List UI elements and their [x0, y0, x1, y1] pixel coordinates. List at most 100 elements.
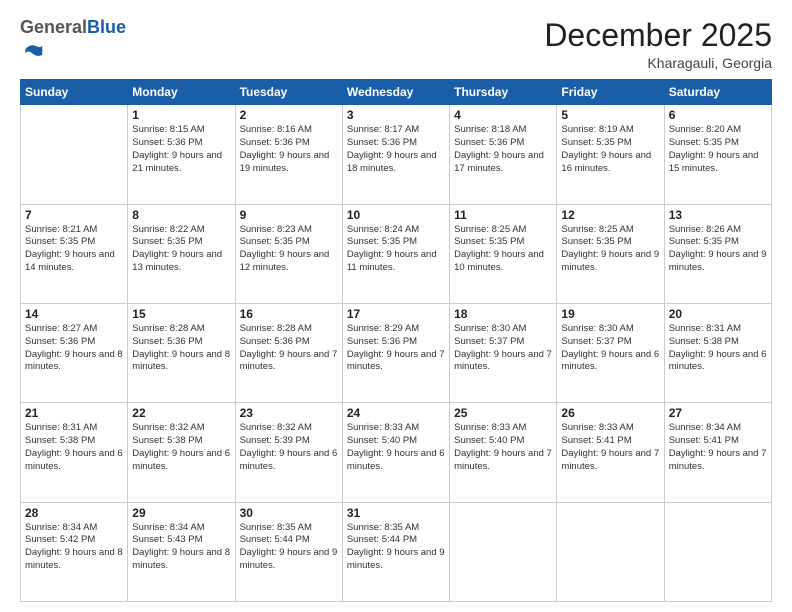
calendar-cell: 21 Sunrise: 8:31 AMSunset: 5:38 PMDayligh… [21, 403, 128, 502]
day-info: Sunrise: 8:33 AMSunset: 5:40 PMDaylight:… [347, 422, 445, 473]
calendar-cell: 2 Sunrise: 8:16 AMSunset: 5:36 PMDaylight… [235, 105, 342, 204]
calendar-cell: 26Sunrise: 8:33 AMSunset: 5:41 PMDayligh… [557, 403, 664, 502]
day-number: 21 [25, 406, 123, 420]
day-info: Sunrise: 8:16 AMSunset: 5:36 PMDaylight:… [240, 124, 338, 175]
calendar-week-row: 14Sunrise: 8:27 AMSunset: 5:36 PMDayligh… [21, 303, 772, 402]
day-info: Sunrise: 8:26 AMSunset: 5:35 PMDaylight:… [669, 224, 767, 275]
calendar-cell [664, 502, 771, 601]
calendar-cell: 13 Sunrise: 8:26 AMSunset: 5:35 PMDayligh… [664, 204, 771, 303]
day-info: Sunrise: 8:15 AMSunset: 5:36 PMDaylight:… [132, 124, 230, 175]
day-number: 29 [132, 506, 230, 520]
weekday-friday: Friday [557, 80, 664, 105]
month-title: December 2025 [544, 18, 772, 53]
calendar-cell: 8Sunrise: 8:22 AMSunset: 5:35 PMDaylight… [128, 204, 235, 303]
day-number: 24 [347, 406, 445, 420]
day-number: 16 [240, 307, 338, 321]
calendar-cell: 17Sunrise: 8:29 AMSunset: 5:36 PMDayligh… [342, 303, 449, 402]
weekday-saturday: Saturday [664, 80, 771, 105]
calendar-cell: 11 Sunrise: 8:25 AMSunset: 5:35 PMDayligh… [450, 204, 557, 303]
day-info: Sunrise: 8:34 AMSunset: 5:41 PMDaylight:… [669, 422, 767, 473]
day-info: Sunrise: 8:17 AMSunset: 5:36 PMDaylight:… [347, 124, 445, 175]
calendar-cell: 4 Sunrise: 8:18 AMSunset: 5:36 PMDaylight… [450, 105, 557, 204]
logo: GeneralBlue [20, 18, 126, 65]
day-info: Sunrise: 8:35 AMSunset: 5:44 PMDaylight:… [347, 522, 445, 573]
weekday-monday: Monday [128, 80, 235, 105]
location: Kharagauli, Georgia [544, 55, 772, 71]
day-number: 22 [132, 406, 230, 420]
calendar-cell: 29 Sunrise: 8:34 AMSunset: 5:43 PMDayligh… [128, 502, 235, 601]
calendar-cell: 12 Sunrise: 8:25 AMSunset: 5:35 PMDayligh… [557, 204, 664, 303]
calendar-cell: 23 Sunrise: 8:32 AMSunset: 5:39 PMDayligh… [235, 403, 342, 502]
day-number: 17 [347, 307, 445, 321]
calendar-cell: 7 Sunrise: 8:21 AMSunset: 5:35 PMDaylight… [21, 204, 128, 303]
page-header: GeneralBlue December 2025 Kharagauli, Ge… [20, 18, 772, 71]
calendar-cell: 14Sunrise: 8:27 AMSunset: 5:36 PMDayligh… [21, 303, 128, 402]
day-number: 27 [669, 406, 767, 420]
day-info: Sunrise: 8:33 AMSunset: 5:40 PMDaylight:… [454, 422, 552, 473]
calendar-week-row: 7 Sunrise: 8:21 AMSunset: 5:35 PMDaylight… [21, 204, 772, 303]
weekday-sunday: Sunday [21, 80, 128, 105]
day-number: 28 [25, 506, 123, 520]
day-number: 1 [132, 108, 230, 122]
calendar-cell: 19Sunrise: 8:30 AMSunset: 5:37 PMDayligh… [557, 303, 664, 402]
day-info: Sunrise: 8:32 AMSunset: 5:39 PMDaylight:… [240, 422, 338, 473]
calendar-cell: 20Sunrise: 8:31 AMSunset: 5:38 PMDayligh… [664, 303, 771, 402]
day-info: Sunrise: 8:28 AMSunset: 5:36 PMDaylight:… [240, 323, 338, 374]
day-info: Sunrise: 8:35 AMSunset: 5:44 PMDaylight:… [240, 522, 338, 573]
calendar-cell: 25 Sunrise: 8:33 AMSunset: 5:40 PMDayligh… [450, 403, 557, 502]
calendar-cell: 9 Sunrise: 8:23 AMSunset: 5:35 PMDaylight… [235, 204, 342, 303]
day-info: Sunrise: 8:27 AMSunset: 5:36 PMDaylight:… [25, 323, 123, 374]
day-info: Sunrise: 8:30 AMSunset: 5:37 PMDaylight:… [454, 323, 552, 374]
day-number: 15 [132, 307, 230, 321]
day-info: Sunrise: 8:25 AMSunset: 5:35 PMDaylight:… [454, 224, 552, 275]
day-number: 2 [240, 108, 338, 122]
calendar-table: SundayMondayTuesdayWednesdayThursdayFrid… [20, 79, 772, 602]
day-number: 8 [132, 208, 230, 222]
logo-icon [22, 38, 44, 60]
day-info: Sunrise: 8:20 AMSunset: 5:35 PMDaylight:… [669, 124, 767, 175]
day-number: 13 [669, 208, 767, 222]
calendar-cell: 5 Sunrise: 8:19 AMSunset: 5:35 PMDaylight… [557, 105, 664, 204]
day-number: 12 [561, 208, 659, 222]
day-number: 26 [561, 406, 659, 420]
calendar-cell [557, 502, 664, 601]
day-info: Sunrise: 8:34 AMSunset: 5:43 PMDaylight:… [132, 522, 230, 573]
calendar-cell: 16 Sunrise: 8:28 AMSunset: 5:36 PMDayligh… [235, 303, 342, 402]
calendar-cell: 30Sunrise: 8:35 AMSunset: 5:44 PMDayligh… [235, 502, 342, 601]
calendar-cell: 1 Sunrise: 8:15 AMSunset: 5:36 PMDaylight… [128, 105, 235, 204]
day-number: 23 [240, 406, 338, 420]
calendar-cell [21, 105, 128, 204]
calendar-cell: 6Sunrise: 8:20 AMSunset: 5:35 PMDaylight… [664, 105, 771, 204]
weekday-tuesday: Tuesday [235, 80, 342, 105]
day-info: Sunrise: 8:25 AMSunset: 5:35 PMDaylight:… [561, 224, 659, 275]
logo-general: General [20, 17, 87, 37]
day-number: 5 [561, 108, 659, 122]
day-info: Sunrise: 8:34 AMSunset: 5:42 PMDaylight:… [25, 522, 123, 573]
day-number: 31 [347, 506, 445, 520]
day-info: Sunrise: 8:21 AMSunset: 5:35 PMDaylight:… [25, 224, 123, 275]
weekday-header-row: SundayMondayTuesdayWednesdayThursdayFrid… [21, 80, 772, 105]
day-info: Sunrise: 8:30 AMSunset: 5:37 PMDaylight:… [561, 323, 659, 374]
day-info: Sunrise: 8:31 AMSunset: 5:38 PMDaylight:… [669, 323, 767, 374]
day-number: 7 [25, 208, 123, 222]
weekday-thursday: Thursday [450, 80, 557, 105]
calendar-page: GeneralBlue December 2025 Kharagauli, Ge… [0, 0, 792, 612]
day-info: Sunrise: 8:19 AMSunset: 5:35 PMDaylight:… [561, 124, 659, 175]
day-info: Sunrise: 8:31 AMSunset: 5:38 PMDaylight:… [25, 422, 123, 473]
day-info: Sunrise: 8:18 AMSunset: 5:36 PMDaylight:… [454, 124, 552, 175]
weekday-wednesday: Wednesday [342, 80, 449, 105]
day-number: 4 [454, 108, 552, 122]
calendar-cell: 22Sunrise: 8:32 AMSunset: 5:38 PMDayligh… [128, 403, 235, 502]
calendar-week-row: 21 Sunrise: 8:31 AMSunset: 5:38 PMDayligh… [21, 403, 772, 502]
day-number: 18 [454, 307, 552, 321]
calendar-cell: 3Sunrise: 8:17 AMSunset: 5:36 PMDaylight… [342, 105, 449, 204]
day-info: Sunrise: 8:23 AMSunset: 5:35 PMDaylight:… [240, 224, 338, 275]
calendar-cell: 24 Sunrise: 8:33 AMSunset: 5:40 PMDayligh… [342, 403, 449, 502]
calendar-cell: 18 Sunrise: 8:30 AMSunset: 5:37 PMDayligh… [450, 303, 557, 402]
day-number: 9 [240, 208, 338, 222]
day-number: 25 [454, 406, 552, 420]
title-block: December 2025 Kharagauli, Georgia [544, 18, 772, 71]
calendar-cell: 28 Sunrise: 8:34 AMSunset: 5:42 PMDayligh… [21, 502, 128, 601]
day-number: 11 [454, 208, 552, 222]
day-number: 10 [347, 208, 445, 222]
